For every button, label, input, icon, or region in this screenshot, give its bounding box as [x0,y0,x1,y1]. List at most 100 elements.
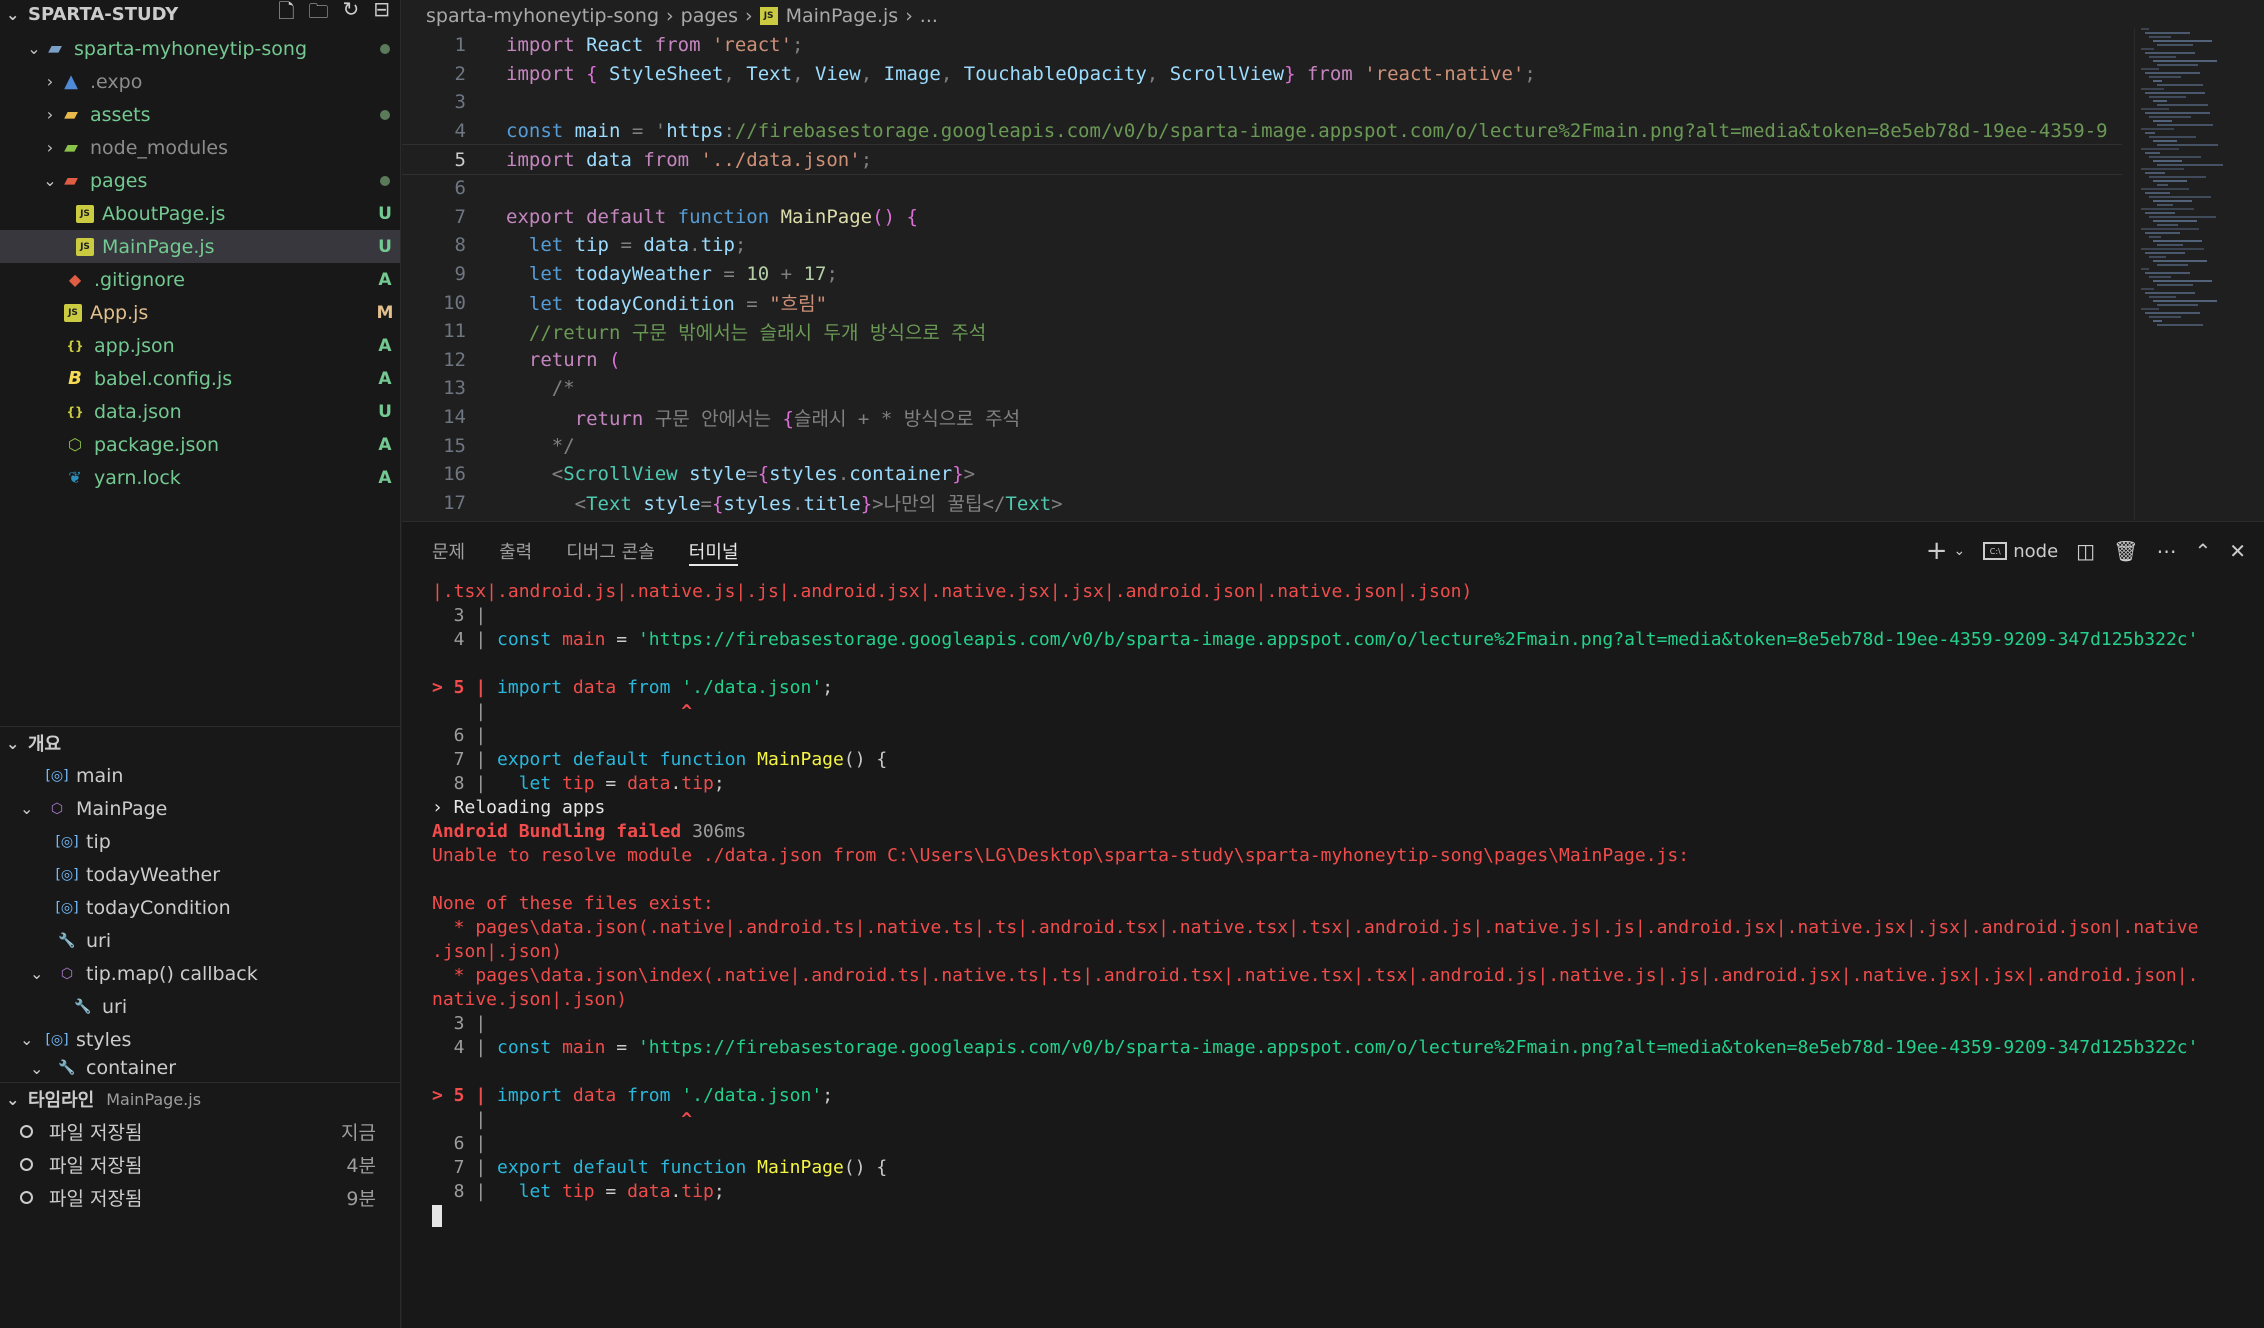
tree-file-aboutpage[interactable]: JS AboutPage.js U [0,197,400,230]
terminal-output[interactable]: |.tsx|.android.js|.native.js|.js|.androi… [432,580,2244,1228]
outline-item-tip[interactable]: [◎] tip [0,825,400,858]
outline-item-label: main [76,764,124,787]
trash-icon[interactable]: 🗑 [2113,539,2138,563]
code-line[interactable]: 3 [402,88,2122,117]
tree-folder-expo[interactable]: › ▲ .expo [0,65,400,98]
tree-file-app-json[interactable]: {} app.json A [0,329,400,362]
chevron-right-icon: › [745,4,753,27]
breadcrumb-item[interactable]: ... [920,5,938,27]
javascript-file-icon: JS [64,303,82,322]
outline-item-map-callback[interactable]: ⌄ ⬡ tip.map() callback [0,957,400,990]
code-line[interactable]: 10 let todayCondition = "흐림" [402,288,2122,317]
expo-folder-icon: ▲ [64,71,78,92]
terminal-selector[interactable]: C:\ node [1983,541,2058,562]
minimap-line [2145,272,2190,274]
git-status-badge: M [376,302,394,323]
line-number: 16 [443,463,466,486]
timeline-item-label: 파일 저장됨 [49,1155,143,1177]
line-number: 14 [443,406,466,429]
tree-file-package-json[interactable]: ⬡ package.json A [0,428,400,461]
tree-file-babel-config[interactable]: B babel.config.js A [0,362,400,395]
breadcrumb-item[interactable]: pages [681,5,738,27]
tree-file-app-js[interactable]: JS App.js M [0,296,400,329]
maximize-panel-icon[interactable]: ⌃ [2194,539,2211,563]
close-icon[interactable]: ✕ [2229,539,2246,563]
new-file-icon[interactable]: 🗋 [278,0,294,31]
chevron-right-icon: › [905,4,913,27]
code-line[interactable]: 6 [402,174,2122,203]
code-line[interactable]: 2 import { StyleSheet, Text, View, Image,… [402,60,2122,89]
minimap-line [2145,212,2175,214]
tree-item-label: pages [90,169,148,192]
tree-folder-root[interactable]: ⌄ ▰ sparta-myhoneytip-song [0,32,400,65]
timeline-header[interactable]: ⌄ 타임라인 MainPage.js [0,1083,400,1115]
tree-file-data-json[interactable]: {} data.json U [0,395,400,428]
code-area[interactable]: 1 import React from 'react'; 2 import { Sty… [402,31,2122,520]
new-folder-icon[interactable]: 🗀 [308,0,328,31]
tab-debug-console[interactable]: 디버그 콘솔 [566,522,655,580]
code-line[interactable]: 5 import data from '../data.json'; [402,144,2122,175]
outline-item-todayweather[interactable]: [◎] todayWeather [0,858,400,891]
code-line[interactable]: 17 <Text style={styles.title}>나만의 꿀팁</Te… [402,489,2122,518]
collapse-all-icon[interactable]: ⊟ [373,0,390,31]
outline-item-label: MainPage [76,797,168,820]
code-line[interactable]: 11 //return 구문 밖에서는 슬래시 두개 방식으로 주석 [402,317,2122,346]
tab-output[interactable]: 출력 [499,522,532,580]
more-actions-icon[interactable]: ⋯ [2156,539,2176,563]
tree-file-yarn-lock[interactable]: ❦ yarn.lock A [0,461,400,494]
minimap-line [2141,228,2199,230]
minimap-line [2153,80,2162,82]
code-line[interactable]: 16 <ScrollView style={styles.container}> [402,460,2122,489]
terminal-line: | ^ [432,701,693,722]
code-line[interactable]: 12 return ( [402,346,2122,375]
function-cube-icon: ⬡ [50,800,64,817]
tree-file-mainpage[interactable]: JS MainPage.js U [0,230,400,263]
new-terminal-icon[interactable]: + [1926,536,1948,566]
outline-item-todaycondition[interactable]: [◎] todayCondition [0,891,400,924]
code-line[interactable]: 4 const main = 'https://firebasestorage.g… [402,117,2122,146]
breadcrumb-item[interactable]: MainPage.js [786,5,899,27]
breadcrumb-item[interactable]: sparta-myhoneytip-song [426,5,659,27]
code-line[interactable]: 15 */ [402,431,2122,460]
code-text: import { StyleSheet, Text, View, Image, … [506,62,1536,85]
outline-item-mainpage[interactable]: ⌄ ⬡ MainPage [0,792,400,825]
tree-folder-assets[interactable]: › ▰ assets [0,98,400,131]
tab-problems[interactable]: 문제 [432,522,465,580]
code-line[interactable]: 7 export default function MainPage() { [402,203,2122,232]
outline-header[interactable]: ⌄ 개요 [0,727,400,759]
minimap-line [2153,40,2212,42]
chevron-down-icon[interactable]: ⌄ [1954,543,1966,559]
minimap-line [2145,192,2170,194]
explorer-header[interactable]: ⌄ SPARTA-STUDY 🗋 🗀 ↻ ⊟ [0,0,400,28]
code-text: const main = 'https://firebasestorage.go… [506,120,2108,143]
outline-item-main[interactable]: [◎] main [0,759,400,792]
code-line[interactable]: 14 return 구문 안에서는 {슬래시 + * 방식으로 주석 [402,403,2122,432]
tree-file-gitignore[interactable]: ◆ .gitignore A [0,263,400,296]
outline-item-uri[interactable]: 🔧 uri [0,924,400,957]
terminal-prompt[interactable] [432,1204,2244,1228]
tree-item-label: MainPage.js [102,235,215,258]
minimap-line [2141,108,2169,110]
outline-item-uri-2[interactable]: 🔧 uri [0,990,400,1023]
minimap[interactable] [2134,28,2264,520]
timeline-item[interactable]: 파일 저장됨 9분 [0,1181,400,1214]
split-terminal-icon[interactable]: ◫ [2076,539,2095,563]
code-line[interactable]: 9 let todayWeather = 10 + 17; [402,260,2122,289]
timeline-item[interactable]: 파일 저장됨 4분 [0,1148,400,1181]
outline-title: 개요 [28,734,62,755]
outline-item-container[interactable]: ⌄ 🔧 container [0,1056,400,1080]
code-line[interactable]: 13 /* [402,374,2122,403]
code-line[interactable]: 1 import React from 'react'; [402,31,2122,60]
tree-folder-pages[interactable]: ⌄ ▰ pages [0,164,400,197]
chevron-right-icon: › [666,4,674,27]
timeline-item[interactable]: 파일 저장됨 지금 [0,1115,400,1148]
code-line[interactable]: 8 let tip = data.tip; [402,231,2122,260]
outline-item-styles[interactable]: ⌄ [◎] styles [0,1023,400,1056]
minimap-line [2157,324,2203,326]
tab-terminal[interactable]: 터미널 [688,522,738,580]
minimap-line [2145,72,2200,74]
refresh-icon[interactable]: ↻ [342,0,359,31]
minimap-line [2149,176,2206,178]
tree-folder-node-modules[interactable]: › ▰ node_modules [0,131,400,164]
